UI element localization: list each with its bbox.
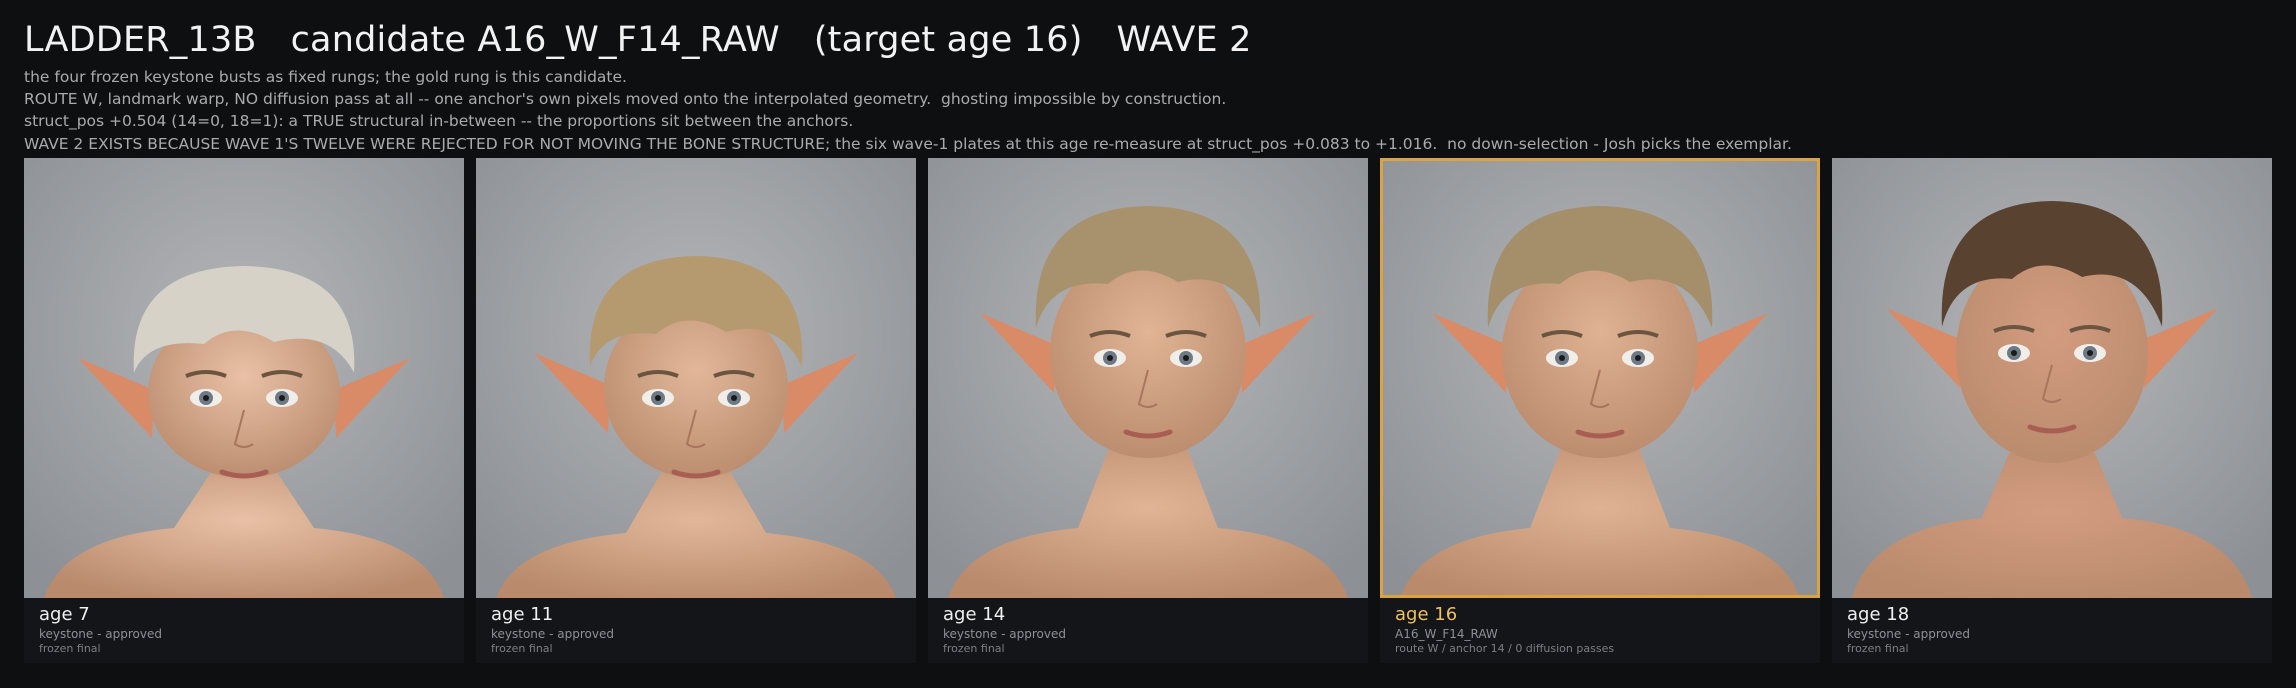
description-line-2: ROUTE W, landmark warp, NO diffusion pas… [24,90,1227,109]
portrait-image [928,158,1368,598]
status-label: keystone - approved [39,627,162,641]
elf-bust-illustration [928,158,1368,598]
detail-label: frozen final [943,642,1005,655]
rung-card-age-14[interactable]: age 14 keystone - approved frozen final [928,158,1368,663]
portrait-image [24,158,464,598]
elf-bust-illustration [1832,158,2272,598]
description-line-1: the four frozen keystone busts as fixed … [24,68,627,86]
detail-label: frozen final [491,642,553,655]
elf-bust-illustration [24,158,464,598]
caption: age 14 keystone - approved frozen final [928,598,1368,656]
age-label: age 16 [1395,604,1458,625]
status-label: keystone - approved [491,627,614,641]
page-title: LADDER_13B candidate A16_W_F14_RAW (targ… [24,20,1252,60]
age-label: age 18 [1847,604,1910,625]
age-label: age 11 [491,604,554,625]
caption: age 18 keystone - approved frozen final [1832,598,2272,656]
description-line-4: WAVE 2 EXISTS BECAUSE WAVE 1'S TWELVE WE… [24,134,1792,153]
elf-bust-illustration [476,158,916,598]
header: LADDER_13B candidate A16_W_F14_RAW (targ… [24,14,2274,155]
elf-bust-illustration [1380,158,1820,598]
rung-card-age-7[interactable]: age 7 keystone - approved frozen final [24,158,464,663]
status-label: keystone - approved [943,627,1066,641]
caption: age 11 keystone - approved frozen final [476,598,916,656]
caption: age 7 keystone - approved frozen final [24,598,464,656]
candidate-id-label: A16_W_F14_RAW [1395,627,1498,641]
age-label: age 7 [39,604,90,625]
description-line-3: struct_pos +0.504 (14=0, 18=1): a TRUE s… [24,112,854,131]
detail-label: frozen final [39,642,101,655]
status-label: keystone - approved [1847,627,1970,641]
portrait-image [1832,158,2272,598]
age-label: age 14 [943,604,1006,625]
portrait-image [1380,158,1820,598]
rung-card-age-11[interactable]: age 11 keystone - approved frozen final [476,158,916,663]
caption: age 16 A16_W_F14_RAW route W / anchor 14… [1380,598,1820,656]
rung-card-age-16-candidate[interactable]: age 16 A16_W_F14_RAW route W / anchor 14… [1380,158,1820,663]
portrait-image [476,158,916,598]
detail-label: frozen final [1847,642,1909,655]
ladder-row: age 7 keystone - approved frozen final a… [24,158,2272,663]
rung-card-age-18[interactable]: age 18 keystone - approved frozen final [1832,158,2272,663]
detail-label: route W / anchor 14 / 0 diffusion passes [1395,642,1615,655]
